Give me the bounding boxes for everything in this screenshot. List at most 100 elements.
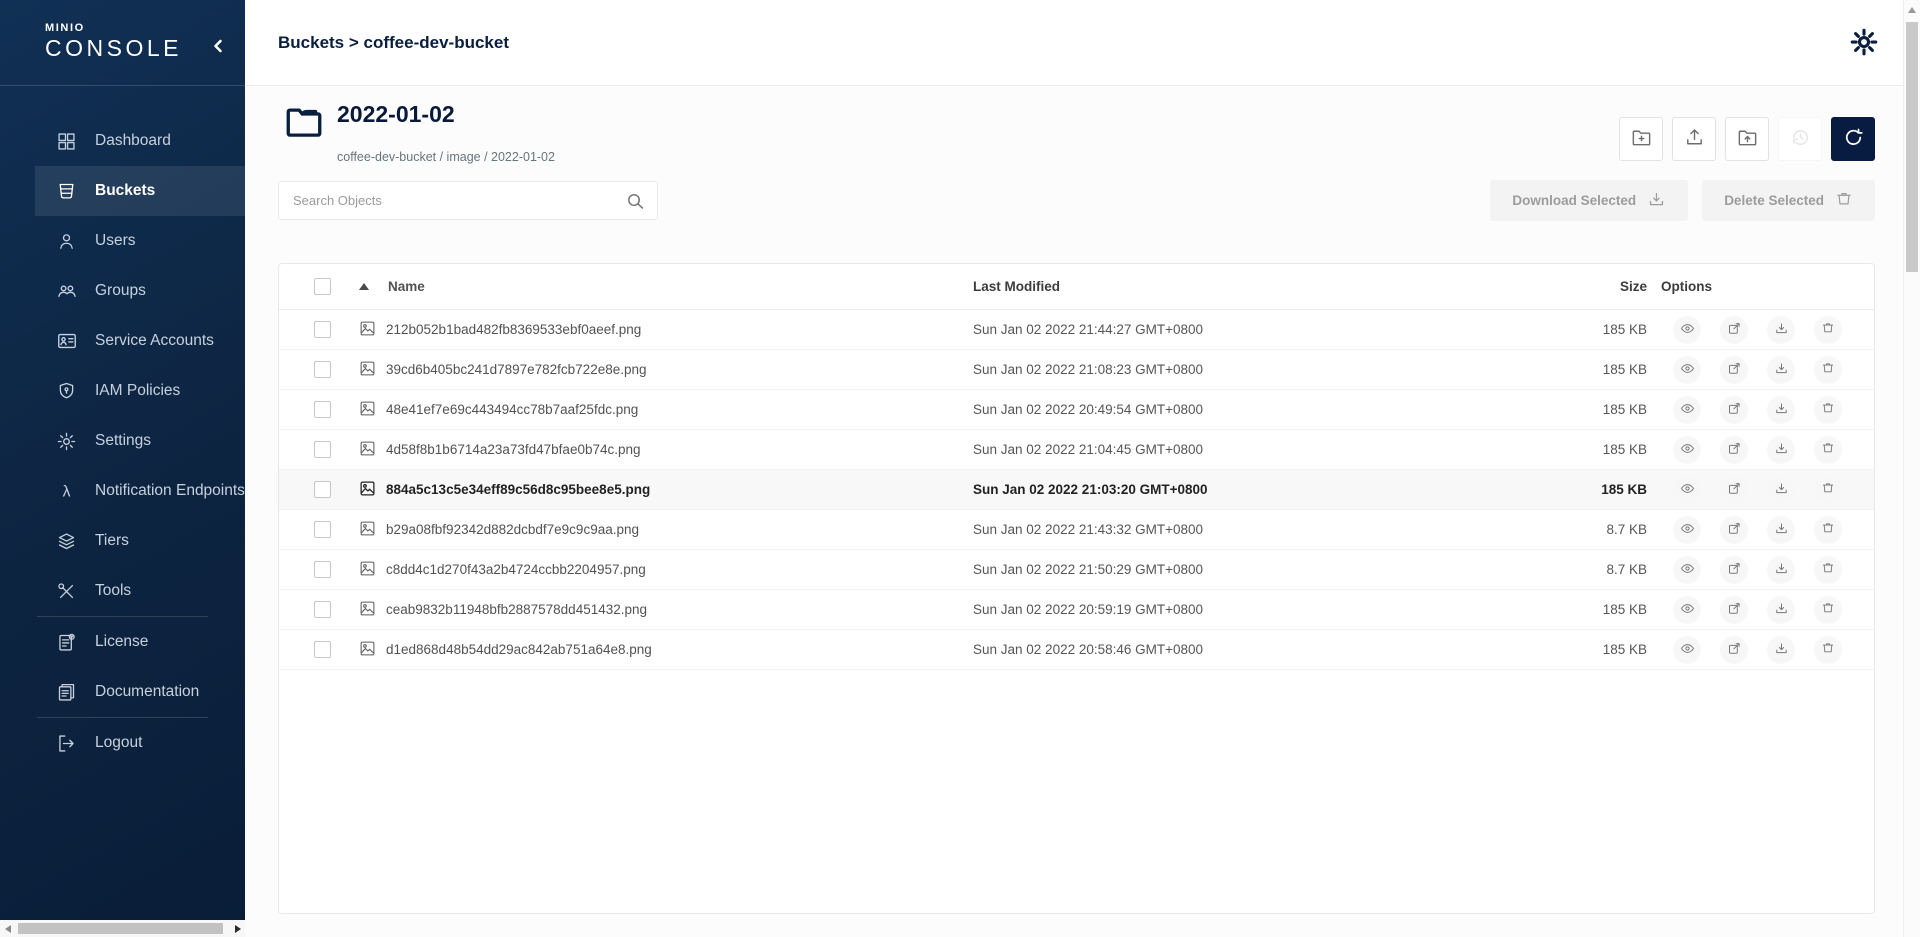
image-file-icon bbox=[359, 480, 376, 500]
open-preview-icon bbox=[1727, 521, 1742, 539]
select-all-checkbox[interactable] bbox=[314, 278, 331, 295]
delete-object-button[interactable] bbox=[1814, 356, 1842, 384]
scroll-up-icon[interactable] bbox=[1908, 7, 1916, 13]
row-checkbox[interactable] bbox=[314, 401, 331, 418]
table-row[interactable]: c8dd4c1d270f43a2b4724ccbb2204957.png Sun… bbox=[279, 550, 1874, 590]
scroll-right-icon[interactable] bbox=[235, 925, 241, 933]
open-object-button[interactable] bbox=[1720, 556, 1748, 584]
download-object-button[interactable] bbox=[1767, 516, 1795, 544]
download-object-button[interactable] bbox=[1767, 316, 1795, 344]
table-row[interactable]: b29a08fbf92342d882dcbdf7e9c9c9aa.png Sun… bbox=[279, 510, 1874, 550]
sidebar-item-dashboard[interactable]: Dashboard bbox=[35, 116, 245, 166]
scroll-left-icon[interactable] bbox=[5, 925, 11, 933]
upload-file-button[interactable] bbox=[1672, 117, 1716, 161]
row-checkbox[interactable] bbox=[314, 481, 331, 498]
new-path-button[interactable] bbox=[1619, 117, 1663, 161]
table-row[interactable]: 39cd6b405bc241d7897e782fcb722e8e.png Sun… bbox=[279, 350, 1874, 390]
delete-object-button[interactable] bbox=[1814, 396, 1842, 424]
vertical-scrollbar-thumb[interactable] bbox=[1906, 22, 1918, 272]
table-row[interactable]: 884a5c13c5e34eff89c56d8c95bee8e5.png Sun… bbox=[279, 470, 1874, 510]
sidebar-item-label: License bbox=[95, 633, 148, 651]
row-checkbox[interactable] bbox=[314, 641, 331, 658]
row-checkbox[interactable] bbox=[314, 561, 331, 578]
download-selected-button[interactable]: Download Selected bbox=[1490, 180, 1688, 221]
preview-object-button[interactable] bbox=[1673, 396, 1701, 424]
open-object-button[interactable] bbox=[1720, 436, 1748, 464]
horizontal-scrollbar-thumb[interactable] bbox=[18, 923, 223, 934]
preview-object-button[interactable] bbox=[1673, 356, 1701, 384]
sidebar-item-users[interactable]: Users bbox=[35, 216, 245, 266]
delete-object-button[interactable] bbox=[1814, 636, 1842, 664]
table-row[interactable]: 212b052b1bad482fb8369533ebf0aeef.png Sun… bbox=[279, 310, 1874, 350]
trash-icon bbox=[1821, 481, 1835, 498]
sidebar-item-groups[interactable]: Groups bbox=[35, 266, 245, 316]
table-row[interactable]: ceab9832b11948bfb2887578dd451432.png Sun… bbox=[279, 590, 1874, 630]
row-checkbox[interactable] bbox=[314, 441, 331, 458]
preview-object-button[interactable] bbox=[1673, 636, 1701, 664]
download-object-button[interactable] bbox=[1767, 476, 1795, 504]
preview-object-button[interactable] bbox=[1673, 556, 1701, 584]
open-object-button[interactable] bbox=[1720, 356, 1748, 384]
delete-object-button[interactable] bbox=[1814, 596, 1842, 624]
preview-object-button[interactable] bbox=[1673, 436, 1701, 464]
open-preview-icon bbox=[1727, 321, 1742, 339]
sidebar-item-tools[interactable]: Tools bbox=[35, 566, 245, 616]
object-size: 8.7 KB bbox=[1393, 562, 1647, 577]
open-object-button[interactable] bbox=[1720, 396, 1748, 424]
delete-selected-button[interactable]: Delete Selected bbox=[1702, 180, 1875, 221]
object-modified: Sun Jan 02 2022 21:43:32 GMT+0800 bbox=[973, 522, 1393, 537]
delete-object-button[interactable] bbox=[1814, 516, 1842, 544]
sidebar-item-logout[interactable]: Logout bbox=[35, 718, 245, 768]
eye-icon bbox=[1680, 641, 1695, 659]
sidebar-item-tiers[interactable]: Tiers bbox=[35, 516, 245, 566]
download-object-button[interactable] bbox=[1767, 396, 1795, 424]
sidebar-item-label: Logout bbox=[95, 734, 142, 752]
row-checkbox[interactable] bbox=[314, 361, 331, 378]
column-header-name[interactable]: Name bbox=[359, 279, 973, 294]
open-object-button[interactable] bbox=[1720, 636, 1748, 664]
download-object-button[interactable] bbox=[1767, 556, 1795, 584]
preview-object-button[interactable] bbox=[1673, 516, 1701, 544]
breadcrumb[interactable]: Buckets > coffee-dev-bucket bbox=[278, 33, 509, 53]
horizontal-scrollbar[interactable] bbox=[0, 920, 245, 937]
search-objects-input[interactable] bbox=[279, 182, 657, 219]
sidebar-item-buckets[interactable]: Buckets bbox=[35, 166, 245, 216]
rewind-button[interactable] bbox=[1778, 117, 1822, 161]
row-checkbox[interactable] bbox=[314, 321, 331, 338]
image-file-icon bbox=[359, 520, 376, 540]
row-checkbox[interactable] bbox=[314, 521, 331, 538]
objects-table-card: Name Last Modified Size Options 212b052b… bbox=[278, 263, 1875, 914]
table-row[interactable]: 4d58f8b1b6714a23a73fd47bfae0b74c.png Sun… bbox=[279, 430, 1874, 470]
table-row[interactable]: 48e41ef7e69c443494cc78b7aaf25fdc.png Sun… bbox=[279, 390, 1874, 430]
preview-object-button[interactable] bbox=[1673, 316, 1701, 344]
row-checkbox[interactable] bbox=[314, 601, 331, 618]
delete-object-button[interactable] bbox=[1814, 436, 1842, 464]
object-modified: Sun Jan 02 2022 21:50:29 GMT+0800 bbox=[973, 562, 1393, 577]
preview-object-button[interactable] bbox=[1673, 476, 1701, 504]
sidebar-item-settings[interactable]: Settings bbox=[35, 416, 245, 466]
sidebar-item-iam-policies[interactable]: IAM Policies bbox=[35, 366, 245, 416]
delete-object-button[interactable] bbox=[1814, 556, 1842, 584]
sidebar-collapse-button[interactable] bbox=[207, 36, 229, 58]
sidebar-item-documentation[interactable]: Documentation bbox=[35, 667, 245, 717]
delete-object-button[interactable] bbox=[1814, 476, 1842, 504]
open-object-button[interactable] bbox=[1720, 476, 1748, 504]
upload-folder-button[interactable] bbox=[1725, 117, 1769, 161]
download-object-button[interactable] bbox=[1767, 356, 1795, 384]
table-row[interactable]: d1ed868d48b54dd29ac842ab751a64e8.png Sun… bbox=[279, 630, 1874, 670]
sidebar-item-license[interactable]: License bbox=[35, 617, 245, 667]
open-object-button[interactable] bbox=[1720, 516, 1748, 544]
preview-object-button[interactable] bbox=[1673, 596, 1701, 624]
vertical-scrollbar[interactable] bbox=[1903, 0, 1920, 937]
download-object-button[interactable] bbox=[1767, 436, 1795, 464]
console-settings-button[interactable] bbox=[1844, 23, 1884, 63]
open-object-button[interactable] bbox=[1720, 316, 1748, 344]
sidebar-item-service-accounts[interactable]: Service Accounts bbox=[35, 316, 245, 366]
trash-icon bbox=[1821, 401, 1835, 418]
sidebar-item-notification-endpoints[interactable]: λ Notification Endpoints bbox=[35, 466, 245, 516]
refresh-button[interactable] bbox=[1831, 117, 1875, 161]
open-object-button[interactable] bbox=[1720, 596, 1748, 624]
download-object-button[interactable] bbox=[1767, 636, 1795, 664]
download-object-button[interactable] bbox=[1767, 596, 1795, 624]
delete-object-button[interactable] bbox=[1814, 316, 1842, 344]
